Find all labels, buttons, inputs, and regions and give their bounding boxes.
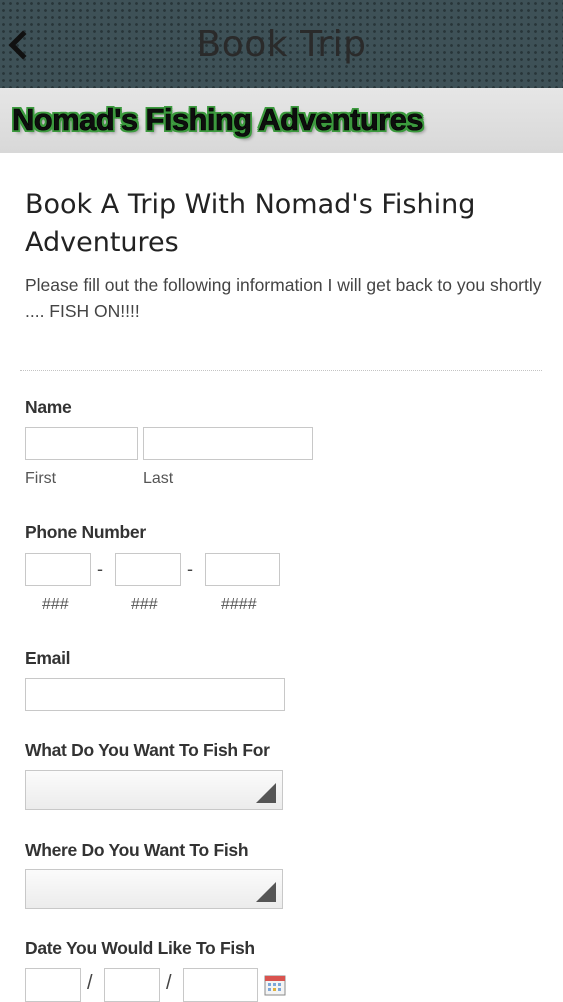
date-separator-1: / [87, 972, 93, 994]
fish-where-label: Where Do You Want To Fish [25, 840, 249, 860]
phone-line-input[interactable] [205, 553, 280, 586]
page-header-title: Book Trip [196, 24, 367, 65]
phone-line-hint: #### [221, 596, 257, 613]
email-label: Email [25, 648, 71, 668]
phone-prefix-input[interactable] [115, 553, 181, 586]
brand-banner: Nomad's Fishing Adventures [0, 88, 563, 153]
date-year-input[interactable] [183, 968, 258, 1002]
phone-area-hint: ### [42, 596, 69, 613]
phone-separator-2: - [187, 559, 193, 579]
first-name-sublabel: First [25, 470, 57, 487]
phone-area-input[interactable] [25, 553, 91, 586]
first-name-input[interactable] [25, 427, 138, 460]
last-name-input[interactable] [143, 427, 313, 460]
phone-label: Phone Number [25, 522, 146, 542]
page-subtitle: Please fill out the following informatio… [25, 275, 542, 321]
app-header: Book Trip [0, 0, 563, 88]
email-input[interactable] [25, 678, 285, 711]
phone-prefix-hint: ### [131, 596, 158, 613]
date-separator-2: / [166, 972, 172, 994]
fish-where-select[interactable] [25, 869, 283, 909]
name-label: Name [25, 397, 72, 417]
section-divider [20, 370, 542, 371]
page-title: Book A Trip With Nomad's Fishing Adventu… [25, 189, 476, 258]
dropdown-arrow-icon [256, 783, 276, 803]
calendar-button[interactable] [264, 974, 286, 996]
last-name-sublabel: Last [143, 470, 174, 487]
dropdown-arrow-icon [256, 882, 276, 902]
phone-separator-1: - [97, 559, 103, 579]
fish-for-label: What Do You Want To Fish For [25, 740, 270, 760]
date-month-input[interactable] [25, 968, 81, 1002]
fish-for-select[interactable] [25, 770, 283, 810]
calendar-icon [264, 975, 286, 996]
date-label: Date You Would Like To Fish [25, 938, 255, 958]
brand-logo-text: Nomad's Fishing Adventures [12, 102, 424, 138]
date-day-input[interactable] [104, 968, 160, 1002]
